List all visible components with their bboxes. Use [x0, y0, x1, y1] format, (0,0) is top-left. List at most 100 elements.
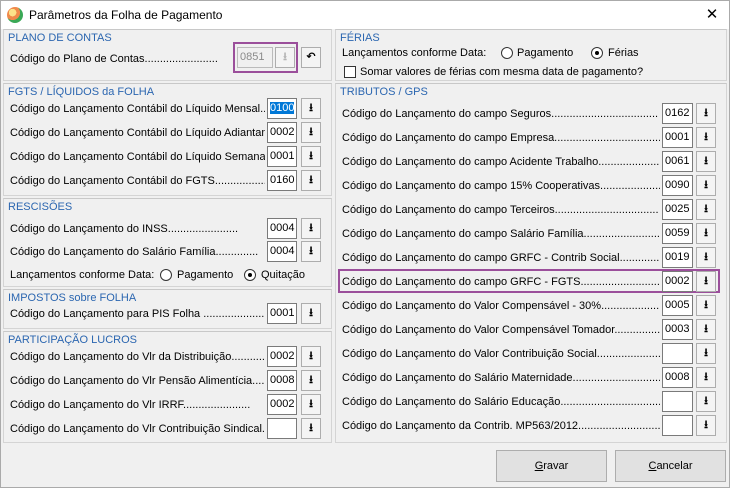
ferias-radio-ferias[interactable] — [591, 47, 603, 59]
download-icon: ⭳ — [704, 347, 708, 359]
fgts-liquido-mensal-field[interactable]: 0100 — [267, 98, 297, 119]
tributos-cooperativas-lookup[interactable]: ⭳ — [696, 175, 716, 196]
download-icon: ⭳ — [309, 398, 313, 410]
fgts-fgts-lookup[interactable]: ⭳ — [301, 170, 321, 191]
group-title-tributos: TRIBUTOS / GPS — [340, 86, 428, 98]
fgts-liquido-semanal-lookup[interactable]: ⭳ — [301, 146, 321, 167]
download-icon: ⭳ — [309, 374, 313, 386]
participacao-irrf-field[interactable]: 0002 — [267, 394, 297, 415]
tributos-grfc-contrib-field[interactable]: 0019 — [662, 247, 693, 268]
download-icon: ⭳ — [704, 419, 708, 431]
tributos-empresa-field[interactable]: 0001 — [662, 127, 693, 148]
ferias-pagamento-label: Pagamento — [517, 47, 574, 59]
group-rescisoes: RESCISÕES Código do Lançamento do INSS..… — [3, 198, 332, 287]
group-tributos: TRIBUTOS / GPS Código do Lançamento do c… — [335, 83, 727, 443]
tributos-grfc-contrib-lookup[interactable]: ⭳ — [696, 247, 716, 268]
tributos-row-label: Código do Lançamento da Contrib. MP563/2… — [342, 420, 660, 432]
tributos-row-label: Código do Lançamento do campo Salário Fa… — [342, 228, 660, 240]
download-icon: ⭳ — [309, 102, 313, 114]
participacao-pensao-lookup[interactable]: ⭳ — [301, 370, 321, 391]
tributos-compensavel-30-field[interactable]: 0005 — [662, 295, 693, 316]
group-fgts: FGTS / LÍQUIDOS da FOLHA Código do Lança… — [3, 83, 332, 196]
tributos-mp563-field[interactable] — [662, 415, 693, 436]
tributos-contrib-social-lookup[interactable]: ⭳ — [696, 343, 716, 364]
impostos-pis-lookup[interactable]: ⭳ — [301, 303, 321, 324]
tributos-terceiros-field[interactable]: 0025 — [662, 199, 693, 220]
tributos-cooperativas-field[interactable]: 0090 — [662, 175, 693, 196]
fgts-liquido-mensal-lookup[interactable]: ⭳ — [301, 98, 321, 119]
tributos-row-label: Código do Lançamento do Salário Educação… — [342, 396, 660, 408]
rescisoes-radio-pagamento[interactable] — [160, 269, 172, 281]
fgts-liquido-semanal-field[interactable]: 0001 — [267, 146, 297, 167]
tributos-salario-familia-lookup[interactable]: ⭳ — [696, 223, 716, 244]
plano-contas-label: Código do Plano de Contas...............… — [10, 53, 218, 65]
fgts-row-label: Código do Lançamento Contábil do Líquido… — [10, 103, 265, 115]
rescisoes-salario-familia-field[interactable]: 0004 — [267, 241, 297, 262]
ferias-radio-pagamento[interactable] — [501, 47, 513, 59]
tributos-mp563-lookup[interactable]: ⭳ — [696, 415, 716, 436]
download-icon: ⭳ — [704, 251, 708, 263]
app-icon — [7, 7, 23, 23]
tributos-row-label: Código do Lançamento do Valor Contribuiç… — [342, 348, 660, 360]
fgts-row-label: Código do Lançamento Contábil do FGTS...… — [10, 175, 265, 187]
rescisoes-inss-field[interactable]: 0004 — [267, 218, 297, 239]
rescisoes-salario-familia-lookup[interactable]: ⭳ — [301, 241, 321, 262]
window-title: Parâmetros da Folha de Pagamento — [29, 8, 223, 22]
tributos-grfc-fgts-lookup[interactable]: ⭳ — [696, 271, 716, 292]
fgts-liquido-adiantamento-field[interactable]: 0002 — [267, 122, 297, 143]
download-icon: ⭳ — [704, 323, 708, 335]
fgts-liquido-adiantamento-lookup[interactable]: ⭳ — [301, 122, 321, 143]
tributos-maternidade-field[interactable]: 0008 — [662, 367, 693, 388]
tributos-acidente-lookup[interactable]: ⭳ — [696, 151, 716, 172]
rescisoes-row-label: Código do Lançamento do Salário Família.… — [10, 246, 259, 258]
tributos-row-label: Código do Lançamento do campo Empresa...… — [342, 132, 660, 144]
fgts-fgts-field[interactable]: 0160 — [267, 170, 297, 191]
rescisoes-inss-lookup[interactable]: ⭳ — [301, 218, 321, 239]
download-icon: ⭳ — [309, 222, 313, 234]
tributos-grfc-fgts-field[interactable]: 0002 — [662, 271, 693, 292]
impostos-pis-field[interactable]: 0001 — [267, 303, 297, 324]
tributos-seguros-field[interactable]: 0162 — [662, 103, 693, 124]
rescisoes-pagamento-label: Pagamento — [177, 269, 234, 281]
tributos-terceiros-lookup[interactable]: ⭳ — [696, 199, 716, 220]
tributos-compensavel-30-lookup[interactable]: ⭳ — [696, 295, 716, 316]
undo-button[interactable]: ↶ — [301, 47, 321, 68]
download-icon: ⭳ — [704, 275, 708, 287]
participacao-pensao-field[interactable]: 0008 — [267, 370, 297, 391]
group-title-plano: PLANO DE CONTAS — [8, 32, 112, 44]
tributos-educacao-field[interactable] — [662, 391, 693, 412]
group-impostos: IMPOSTOS sobre FOLHA Código do Lançament… — [3, 289, 332, 329]
tributos-row-label: Código do Lançamento do campo Acidente T… — [342, 156, 660, 168]
participacao-sindical-lookup[interactable]: ⭳ — [301, 418, 321, 439]
tributos-compensavel-tomador-lookup[interactable]: ⭳ — [696, 319, 716, 340]
close-button[interactable]: ✕ — [695, 1, 729, 29]
tributos-seguros-lookup[interactable]: ⭳ — [696, 103, 716, 124]
tributos-contrib-social-field[interactable] — [662, 343, 693, 364]
participacao-distribuicao-lookup[interactable]: ⭳ — [301, 346, 321, 367]
download-icon: ⭳ — [309, 174, 313, 186]
tributos-empresa-lookup[interactable]: ⭳ — [696, 127, 716, 148]
title-bar: Parâmetros da Folha de Pagamento ✕ — [1, 1, 729, 29]
download-icon: ⭳ — [309, 126, 313, 138]
ferias-ferias-label: Férias — [608, 47, 639, 59]
tributos-row-label: Código do Lançamento do campo Terceiros.… — [342, 204, 659, 216]
group-title-impostos: IMPOSTOS sobre FOLHA — [8, 292, 137, 304]
group-ferias: FÉRIAS Lançamentos conforme Data: Pagame… — [335, 29, 727, 81]
rescisoes-row-label: Código do Lançamento do INSS............… — [10, 223, 239, 235]
tributos-maternidade-lookup[interactable]: ⭳ — [696, 367, 716, 388]
participacao-irrf-lookup[interactable]: ⭳ — [301, 394, 321, 415]
tributos-salario-familia-field[interactable]: 0059 — [662, 223, 693, 244]
tributos-row-label: Código do Lançamento do campo GRFC - FGT… — [342, 276, 660, 288]
download-icon: ⭳ — [309, 150, 313, 162]
ferias-somar-checkbox[interactable] — [344, 66, 356, 78]
tributos-acidente-field[interactable]: 0061 — [662, 151, 693, 172]
gravar-button[interactable]: Gravar — [496, 450, 607, 482]
cancelar-button[interactable]: Cancelar — [615, 450, 726, 482]
participacao-distribuicao-field[interactable]: 0002 — [267, 346, 297, 367]
tributos-compensavel-tomador-field[interactable]: 0003 — [662, 319, 693, 340]
rescisoes-radio-quitacao[interactable] — [244, 269, 256, 281]
participacao-row-label: Código do Lançamento do Vlr Pensão Alime… — [10, 375, 265, 387]
tributos-row-label: Código do Lançamento do Salário Maternid… — [342, 372, 660, 384]
participacao-sindical-field[interactable] — [267, 418, 297, 439]
tributos-educacao-lookup[interactable]: ⭳ — [696, 391, 716, 412]
